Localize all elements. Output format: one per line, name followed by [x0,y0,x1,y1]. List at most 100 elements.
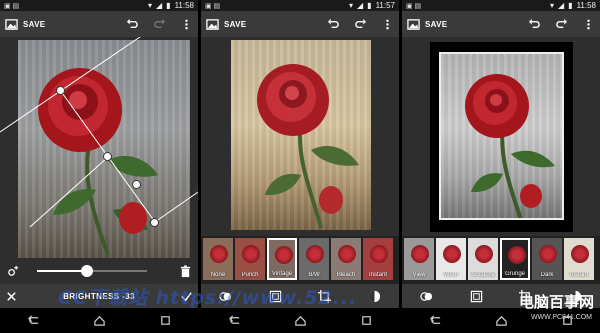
recents-icon[interactable] [360,314,373,327]
save-label: SAVE [224,19,247,29]
thumbnail-rose [275,246,293,264]
redo-icon[interactable] [153,18,166,31]
status-bar: ▣ ▤ ▾ ◢ ▮ 11:58 [402,0,600,11]
thumbnail-label: Punch [241,272,259,278]
filter-strip: None Punch Vintage B/W Bleach Instant [201,236,399,284]
signal-icon: ◢ [357,1,364,10]
border-thumbnail[interactable]: Dark [532,238,562,280]
filter-thumbnail[interactable]: Bleach [331,238,361,280]
thumbnail-label: Scratchy [471,272,495,278]
system-nav-bar [0,308,198,333]
border-thumbnail[interactable]: Grunge [500,238,530,280]
guide-handle[interactable] [150,218,159,227]
image-icon [407,18,420,31]
thumbnail-label: B/W [308,272,320,278]
thumbnail-rose [508,246,526,264]
overflow-menu-icon[interactable] [381,18,394,31]
save-button[interactable]: SAVE [206,18,246,31]
save-button[interactable]: SAVE [5,18,45,31]
thumbnail-rose [338,245,356,263]
brand-url: WWW.PC841.COM [530,314,592,321]
wifi-icon: ▾ [549,1,554,10]
signal-icon: ◢ [558,1,565,10]
overflow-menu-icon[interactable] [180,18,193,31]
redo-icon[interactable] [555,18,568,31]
undo-icon[interactable] [528,18,541,31]
rose-image [38,68,158,256]
guide-handle[interactable] [103,152,112,161]
close-icon[interactable] [5,290,18,303]
border-thumbnail[interactable]: Scratchy [468,238,498,280]
guide-handle[interactable] [132,180,141,189]
rose-image [465,74,555,218]
photo-canvas[interactable] [231,40,371,230]
border-thumbnail[interactable]: View [404,238,434,280]
rose-image [257,64,359,229]
back-icon[interactable] [27,314,40,327]
thumbnail-rose [571,245,589,263]
undo-icon[interactable] [327,18,340,31]
undo-icon[interactable] [126,18,139,31]
trash-icon[interactable] [179,264,192,278]
battery-icon: ▮ [568,1,573,10]
home-icon[interactable] [294,314,307,327]
thumbnail-rose [539,245,557,263]
filters-icon[interactable] [420,290,433,303]
signal-icon: ◢ [156,1,163,10]
notification-icon: ▣ ▤ [4,2,20,10]
back-icon[interactable] [429,314,442,327]
photo-canvas[interactable] [430,42,573,232]
thumbnail-rose [210,245,228,263]
back-icon[interactable] [228,314,241,327]
slider-fill [37,270,87,272]
save-button[interactable]: SAVE [407,18,447,31]
brand-name: 电脑百事网 [518,293,594,311]
redo-icon[interactable] [354,18,367,31]
status-time: 11:58 [174,1,194,10]
notification-icon: ▣ ▤ [205,2,221,10]
recents-icon[interactable] [159,314,172,327]
brightness-slider[interactable] [37,265,147,277]
filter-thumbnail[interactable]: Punch [235,238,265,280]
notification-icon: ▣ ▤ [406,2,422,10]
bordered-photo [439,52,564,220]
thumbnail-label: None [210,272,226,278]
border-thumbnail[interactable]: Instant [564,238,594,280]
thumbnail-rose [475,245,493,263]
add-point-icon[interactable] [6,265,19,278]
border-thumbnail[interactable]: Worn [436,238,466,280]
system-nav-bar [201,308,399,333]
thumbnail-rose [443,245,461,263]
overflow-menu-icon[interactable] [582,18,595,31]
action-bar: SAVE [201,11,399,37]
adjust-icon[interactable] [368,290,381,303]
action-bar: SAVE [0,11,198,37]
filter-thumbnail[interactable]: B/W [299,238,329,280]
save-label: SAVE [425,19,448,29]
filter-thumbnail[interactable]: None [203,238,233,280]
home-icon[interactable] [495,314,508,327]
status-bar: ▣ ▤ ▾ ◢ ▮ 11:57 [201,0,399,11]
filter-thumbnail[interactable]: Instant [363,238,393,280]
border-icon[interactable] [470,290,483,303]
thumbnail-label: Worn [443,272,459,278]
filter-thumbnail[interactable]: Vintage [267,238,297,280]
image-icon [5,18,18,31]
thumbnail-label: Instant [368,272,387,278]
status-time: 11:58 [576,1,596,10]
thumbnail-rose [242,245,260,263]
home-icon[interactable] [93,314,106,327]
status-bar: ▣ ▤ ▾ ◢ ▮ 11:58 [0,0,198,11]
thumbnail-label: Dark [540,272,554,278]
guide-handle[interactable] [56,86,65,95]
thumbnail-label: Grunge [504,271,525,277]
adjust-slider-row [0,258,198,284]
photo-canvas[interactable] [18,40,190,260]
border-strip: View Worn Scratchy Grunge Dark Instant [402,236,600,284]
battery-icon: ▮ [166,1,171,10]
wifi-icon: ▾ [348,1,353,10]
slider-thumb[interactable] [80,265,93,277]
status-time: 11:57 [375,1,395,10]
wifi-icon: ▾ [147,1,152,10]
battery-icon: ▮ [367,1,372,10]
